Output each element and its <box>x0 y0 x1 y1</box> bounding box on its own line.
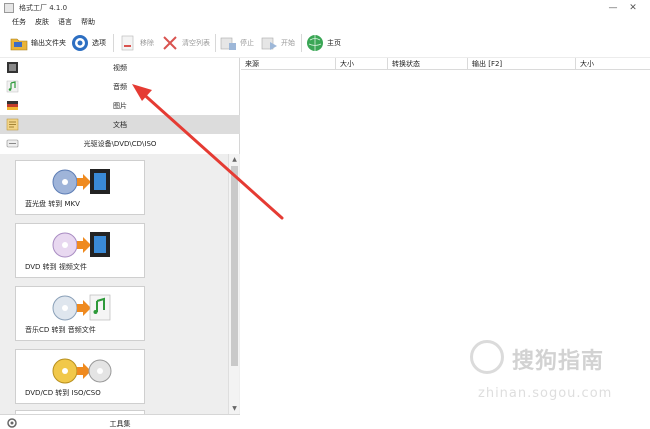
tools-scrollbar[interactable]: ▲ ▼ <box>228 154 239 414</box>
start-button[interactable]: 开始 <box>260 32 295 54</box>
disc-to-iso-icon <box>52 358 112 384</box>
tool-card-label: 音乐CD 转到 音频文件 <box>25 326 96 334</box>
stop-button[interactable]: 停止 <box>219 32 254 54</box>
remove-button[interactable]: 移除 <box>119 32 154 54</box>
toolbar-divider <box>113 34 114 52</box>
options-icon <box>71 34 89 52</box>
toolbar: 输出文件夹 选项 移除 清空列表 停止 开始 主页 <box>0 28 650 58</box>
sidebar-item-label: 文档 <box>113 121 127 129</box>
remove-file-icon <box>119 34 137 52</box>
sidebar-item-label: 视频 <box>113 64 127 72</box>
app-icon <box>4 3 14 13</box>
column-source[interactable]: 来源 <box>241 58 336 70</box>
toolbox-section[interactable]: 工具集 <box>0 414 240 429</box>
stop-label: 停止 <box>240 39 254 47</box>
watermark-url: zhinan.sogou.com <box>478 386 613 401</box>
toolbox-label: 工具集 <box>109 420 131 428</box>
tool-card-label: DVD 转到 视频文件 <box>25 263 87 271</box>
menu-bar: 任务 皮肤 语言 帮助 <box>0 16 650 28</box>
folder-icon <box>10 34 28 52</box>
sidebar-item-picture[interactable]: 图片 <box>0 96 240 115</box>
column-status[interactable]: 转换状态 <box>388 58 468 70</box>
cd-to-audio-icon <box>52 294 111 321</box>
home-button[interactable]: 主页 <box>306 32 341 54</box>
options-button[interactable]: 选项 <box>71 32 106 54</box>
column-size[interactable]: 大小 <box>336 58 388 70</box>
column-output-size[interactable]: 大小 <box>576 58 650 70</box>
stop-icon <box>219 34 237 52</box>
file-list-header: 来源 大小 转换状态 输出 [F2] 大小 <box>241 58 650 70</box>
sidebar-item-label: 光驱设备\DVD\CD\ISO <box>83 140 157 148</box>
sidebar-item-label: 图片 <box>113 102 127 110</box>
close-button[interactable]: ✕ <box>627 2 639 14</box>
tool-card-bluray-to-mkv[interactable]: 蓝光盘 转到 MKV <box>15 160 145 215</box>
start-icon <box>260 34 278 52</box>
output-folder-button[interactable]: 输出文件夹 <box>10 32 66 54</box>
toolbar-divider <box>301 34 302 52</box>
menu-language[interactable]: 语言 <box>58 17 72 27</box>
window-title: 格式工厂 4.1.0 <box>19 4 68 12</box>
menu-task[interactable]: 任务 <box>12 17 26 27</box>
sidebar-item-video[interactable]: 视频 <box>0 58 240 77</box>
sidebar-item-disc[interactable]: 光驱设备\DVD\CD\ISO <box>0 134 240 153</box>
tool-card-label: DVD/CD 转到 ISO/CSO <box>25 389 101 397</box>
scrollbar-thumb[interactable] <box>231 166 238 366</box>
title-bar: 格式工厂 4.1.0 — ✕ <box>0 0 650 16</box>
options-label: 选项 <box>92 39 106 47</box>
globe-icon <box>306 34 324 52</box>
minimize-button[interactable]: — <box>607 2 619 14</box>
clear-list-label: 清空列表 <box>182 39 210 47</box>
tools-panel: 蓝光盘 转到 MKV DVD 转到 视频文件 音乐CD 转到 音频文件 DVD/… <box>0 154 240 416</box>
scroll-down-icon[interactable]: ▼ <box>230 404 239 413</box>
output-folder-label: 输出文件夹 <box>31 39 66 47</box>
menu-skin[interactable]: 皮肤 <box>35 17 49 27</box>
bluray-to-video-icon <box>52 169 110 195</box>
tool-card-dvd-to-video[interactable]: DVD 转到 视频文件 <box>15 223 145 278</box>
scroll-up-icon[interactable]: ▲ <box>230 155 239 164</box>
watermark-logo-icon <box>470 340 504 374</box>
watermark-brand: 搜狗指南 <box>512 349 605 374</box>
start-label: 开始 <box>281 39 295 47</box>
sidebar-item-document[interactable]: 文档 <box>0 115 240 134</box>
clear-list-button[interactable]: 清空列表 <box>161 32 210 54</box>
sidebar-item-audio[interactable]: 音频 <box>0 77 240 96</box>
tool-card-disc-to-iso[interactable]: DVD/CD 转到 ISO/CSO <box>15 349 145 404</box>
tool-card-label: 蓝光盘 转到 MKV <box>25 200 80 208</box>
column-output[interactable]: 输出 [F2] <box>468 58 576 70</box>
toolbar-divider <box>215 34 216 52</box>
clear-list-icon <box>161 34 179 52</box>
dvd-to-video-icon <box>52 232 110 258</box>
remove-label: 移除 <box>140 39 154 47</box>
tool-card-cd-to-audio[interactable]: 音乐CD 转到 音频文件 <box>15 286 145 341</box>
menu-help[interactable]: 帮助 <box>81 17 95 27</box>
sidebar-item-label: 音频 <box>113 83 127 91</box>
home-label: 主页 <box>327 39 341 47</box>
